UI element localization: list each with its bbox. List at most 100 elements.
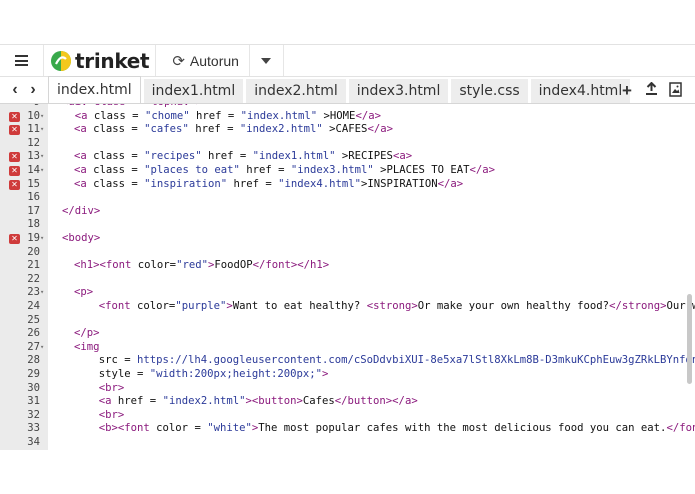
code-token: "white": [207, 422, 252, 435]
code-line[interactable]: ✕ 11 ▾ <a class = "cafes" href = "index2.ht…: [0, 123, 695, 137]
line-number: 29: [27, 368, 40, 380]
code-token: </a>: [355, 109, 381, 122]
line-number: 25: [27, 313, 40, 326]
tab-index2-html[interactable]: index2.html: [246, 79, 346, 103]
code-token: "index4.html": [278, 177, 362, 190]
line-number: 15: [27, 177, 40, 190]
code-line[interactable]: 34: [0, 436, 695, 450]
code-text: <img: [74, 341, 100, 355]
code-editor[interactable]: 9▾<div class = "topnav">✕10▾ <a class = …: [0, 104, 695, 450]
code-line[interactable]: ✕ 15 <a class = "inspiration" href = "inde…: [0, 178, 695, 192]
code-line[interactable]: ✕ 14 ▾ <a class = "places to eat" href = "i…: [0, 164, 695, 178]
trinket-logo[interactable]: trinket: [44, 44, 157, 77]
code-line[interactable]: 12: [0, 137, 695, 151]
chevron-left-icon[interactable]: ‹: [12, 81, 17, 99]
code-text: src = https://lh4.googleusercontent.com/…: [86, 354, 695, 368]
code-line[interactable]: 23 ▾ <p>: [0, 286, 695, 300]
code-token: "places to eat": [144, 164, 240, 176]
code-line[interactable]: 31 <a href = "index2.html"><button>Cafes…: [0, 395, 695, 409]
code-line[interactable]: ✕ 19 ▾ <body>: [0, 232, 695, 246]
code-text: <font color="purple">Want to eat healthy…: [86, 300, 695, 314]
code-token: <a: [74, 123, 94, 136]
fold-arrow-icon[interactable]: ▾: [40, 110, 44, 124]
code-line[interactable]: ✕ 10 ▾ <a class = "chome" href = "index.ht…: [0, 110, 695, 124]
code-token: class =: [93, 177, 145, 190]
vertical-scrollbar[interactable]: [687, 294, 692, 384]
fold-arrow-icon[interactable]: ▾: [40, 286, 44, 300]
code-line[interactable]: 28 src = https://lh4.googleusercontent.c…: [0, 354, 695, 368]
code-token: https://lh4.googleusercontent.com/cSoDdv…: [137, 354, 695, 367]
code-line[interactable]: 17 </div>: [0, 205, 695, 219]
line-number: 22: [27, 272, 40, 285]
code-line[interactable]: 32 <br>: [0, 409, 695, 423]
code-token: href =: [188, 123, 240, 136]
code-token: color=: [137, 259, 177, 272]
upload-icon[interactable]: [643, 81, 659, 100]
code-line[interactable]: ✕ 13 ▾ <a class = "recipes" href = "index1.…: [0, 150, 695, 164]
code-line[interactable]: 16: [0, 191, 695, 205]
image-icon[interactable]: [667, 81, 683, 101]
line-number: 18: [27, 218, 40, 231]
code-token: class =: [93, 164, 145, 176]
code-token: "chome": [144, 109, 190, 122]
line-number: 28: [27, 354, 40, 367]
code-line[interactable]: 18: [0, 218, 695, 232]
code-text: </p>: [74, 327, 100, 341]
fold-arrow-icon[interactable]: ▾: [40, 341, 44, 355]
code-line[interactable]: 27 ▾ <img: [0, 341, 695, 355]
line-number: 23: [27, 286, 40, 299]
code-token: "index3.html": [290, 164, 374, 176]
code-text: <a class = "inspiration" href = "index4.…: [74, 178, 463, 192]
hamburger-icon: [15, 55, 28, 66]
code-token: >RECIPES: [335, 150, 393, 163]
chevron-right-icon[interactable]: ›: [30, 81, 35, 99]
add-icon[interactable]: +: [619, 81, 635, 101]
run-options-dropdown[interactable]: [250, 44, 284, 77]
fold-arrow-icon[interactable]: ▾: [40, 123, 44, 137]
code-line[interactable]: 26 </p>: [0, 327, 695, 341]
code-token: <br>: [98, 408, 125, 421]
code-token: >INSPIRATION: [361, 177, 438, 190]
code-token: </strong>: [609, 300, 667, 312]
file-tab-bar: ‹ › index.html index1.html index2.html i…: [0, 76, 695, 104]
code-text: <br>: [86, 382, 125, 396]
code-line[interactable]: 22: [0, 273, 695, 287]
tab-index1-html[interactable]: index1.html: [143, 79, 244, 103]
code-line[interactable]: 25: [0, 314, 695, 328]
code-token: Cafes: [302, 395, 335, 408]
code-token: >CAFES: [322, 123, 368, 136]
tab-index-html[interactable]: index.html: [48, 76, 141, 103]
fold-arrow-icon[interactable]: ▾: [40, 232, 44, 246]
autorun-button[interactable]: ⟳ Autorun: [156, 44, 250, 77]
fold-arrow-icon[interactable]: ▾: [40, 150, 44, 164]
code-line[interactable]: 30 <br>: [0, 382, 695, 396]
code-text: <p>: [74, 286, 93, 300]
code-token: Or make your own healthy food?: [417, 300, 610, 312]
trinket-logo-icon: [51, 50, 71, 71]
code-token: class =: [93, 109, 145, 122]
code-line[interactable]: 33 <b><font color = "white">The most pop…: [0, 422, 695, 436]
code-token: ><button>: [245, 395, 303, 408]
line-number: 10: [27, 109, 40, 122]
line-number: 19: [27, 232, 40, 244]
code-token: color =: [156, 422, 208, 435]
code-line[interactable]: 21 <h1><font color="red">FoodOP</font></h…: [0, 259, 695, 273]
fold-arrow-icon[interactable]: ▾: [40, 164, 44, 178]
line-number: 32: [27, 408, 40, 421]
code-token: <b><font: [98, 422, 157, 435]
code-line[interactable]: 20: [0, 246, 695, 260]
code-line[interactable]: 24 <font color="purple">Want to eat heal…: [0, 300, 695, 314]
tab-style-css[interactable]: style.css: [451, 79, 528, 103]
code-line[interactable]: 29 style = "width:200px;height:200px;">: [0, 368, 695, 382]
tab-index3-html[interactable]: index3.html: [348, 79, 449, 103]
code-token: style =: [86, 368, 150, 380]
menu-button[interactable]: [0, 44, 44, 77]
code-token: <font: [98, 300, 138, 312]
code-token: <a: [98, 395, 118, 408]
line-number: 13: [27, 150, 40, 163]
tab-index4-html[interactable]: index4.html: [530, 79, 631, 103]
code-text: <h1><font color="red">FoodOP</font></h1>: [74, 259, 329, 273]
code-token: <body>: [62, 232, 101, 244]
